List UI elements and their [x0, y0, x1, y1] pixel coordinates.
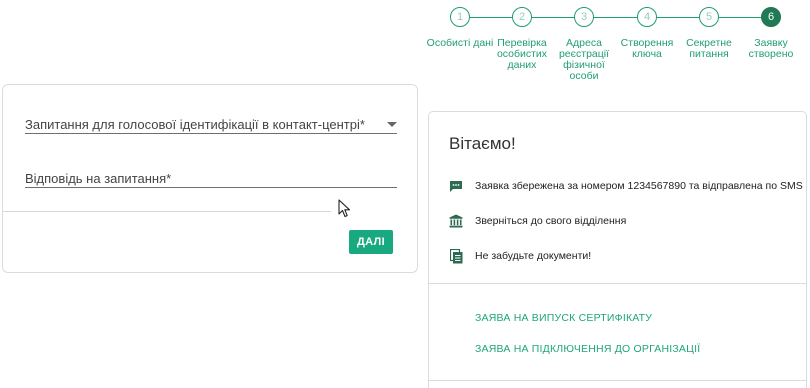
message-branch: Зверніться до свого відділення [449, 213, 626, 229]
documents-icon [449, 248, 463, 263]
message-sms: Заявка збережена за номером 1234567890 т… [449, 178, 803, 194]
mouse-cursor-icon [338, 199, 351, 218]
divider [429, 283, 806, 284]
chevron-down-icon[interactable] [387, 122, 397, 127]
welcome-title: Вітаємо! [449, 134, 516, 153]
security-answer-field[interactable]: Відповідь на запитання* [25, 170, 397, 190]
step-5-label: Секретне питання [686, 37, 732, 60]
divider [3, 211, 331, 212]
application-result-card: Вітаємо! Заявка збережена за номером 123… [428, 111, 807, 388]
certificate-application-link[interactable]: ЗАЯВА НА ВИПУСК СЕРТИФІКАТУ [475, 312, 652, 324]
divider [429, 380, 806, 381]
message-documents: Не забудьте документи! [449, 248, 591, 264]
step-3-label: Адреса реєстрації фізичної особи [558, 37, 610, 82]
step-2-circle: 2 [512, 7, 532, 27]
security-question-form: Запитання для голосової ідентифікації в … [2, 84, 418, 273]
field-underline [25, 187, 397, 188]
step-3-circle: 3 [574, 7, 594, 27]
step-6-circle: 6 [761, 7, 781, 27]
message-text: Зверніться до свого відділення [475, 215, 627, 227]
message-text: Заявка збережена за номером 1234567890 т… [475, 180, 803, 192]
security-answer-label: Відповідь на запитання* [25, 171, 172, 186]
step-1-circle: 1 [450, 7, 470, 27]
step-4-label: Створення ключа [620, 37, 674, 60]
security-question-label: Запитання для голосової ідентифікації в … [25, 117, 365, 132]
step-4-circle: 4 [637, 7, 657, 27]
message-text: Не забудьте документи! [475, 250, 592, 262]
step-1-label: Особисті дані [426, 37, 494, 49]
security-question-select[interactable]: Запитання для голосової ідентифікації в … [25, 116, 397, 136]
step-6-label: Заявку створено [748, 37, 794, 60]
field-underline [25, 133, 397, 134]
organization-connection-link[interactable]: ЗАЯВА НА ПІДКЛЮЧЕННЯ ДО ОРГАНІЗАЦІЇ [475, 343, 700, 355]
next-button[interactable]: ДАЛІ [349, 230, 393, 254]
sms-icon [449, 179, 463, 193]
stepper-line [460, 17, 771, 18]
step-5-circle: 5 [699, 7, 719, 27]
bank-icon [449, 214, 463, 228]
step-2-label: Перевірка особистих даних [496, 37, 548, 71]
progress-stepper: 1 Особисті дані 2 Перевірка особистих да… [427, 0, 810, 82]
